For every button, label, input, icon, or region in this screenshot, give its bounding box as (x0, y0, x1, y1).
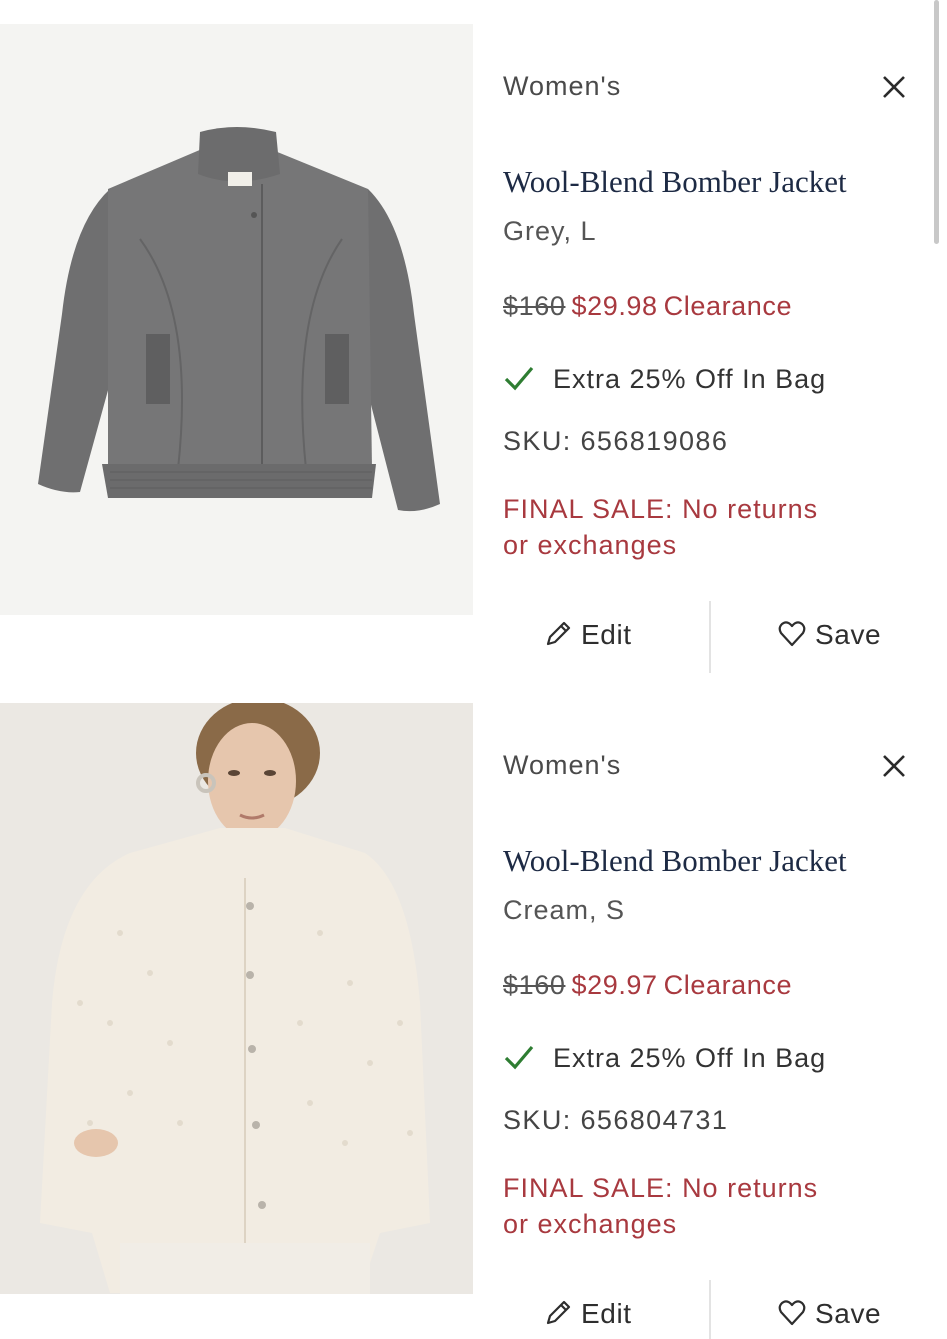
save-label: Save (815, 619, 882, 650)
product-title[interactable]: Wool-Blend Bomber Jacket (503, 843, 847, 879)
divider (709, 1280, 711, 1339)
original-price: $160 (503, 970, 566, 1000)
sku: SKU: 656819086 (503, 426, 729, 456)
product-variant: Grey, L (503, 216, 597, 246)
check-icon (504, 1045, 534, 1070)
cart-page: Women's Wool-Blend Bomber Jacket Grey, L… (0, 0, 947, 1339)
product-image[interactable] (0, 703, 473, 1294)
divider (709, 601, 711, 673)
save-button[interactable]: Save (777, 619, 881, 659)
original-price: $160 (503, 291, 566, 321)
heart-icon (778, 621, 806, 647)
check-icon (504, 366, 534, 391)
edit-button[interactable]: Edit (543, 619, 632, 659)
remove-item-button[interactable] (879, 751, 909, 781)
edit-button[interactable]: Edit (543, 1298, 632, 1338)
promo-row: Extra 25% Off In Bag (503, 1043, 826, 1074)
close-icon (883, 76, 905, 98)
product-category: Women's (503, 750, 622, 780)
product-variant: Cream, S (503, 895, 626, 925)
sale-price: $29.97 (571, 970, 658, 1000)
price-label: Clearance (663, 970, 793, 1000)
product-title[interactable]: Wool-Blend Bomber Jacket (503, 164, 847, 200)
edit-label: Edit (581, 1298, 632, 1329)
item-actions: Edit Save (473, 1280, 947, 1339)
close-icon (883, 755, 905, 777)
price-label: Clearance (663, 291, 793, 321)
item-actions: Edit Save (473, 601, 947, 673)
scrollbar[interactable] (934, 0, 939, 244)
heart-icon (778, 1300, 806, 1326)
promo-text: Extra 25% Off In Bag (553, 364, 827, 394)
promo-text: Extra 25% Off In Bag (553, 1043, 827, 1073)
final-sale-notice: FINAL SALE: No returns or exchanges (503, 1173, 819, 1239)
final-sale-notice: FINAL SALE: No returns or exchanges (503, 494, 819, 560)
product-image[interactable] (0, 24, 473, 615)
remove-item-button[interactable] (879, 72, 909, 102)
product-category: Women's (503, 71, 622, 101)
save-button[interactable]: Save (777, 1298, 881, 1338)
edit-label: Edit (581, 619, 632, 650)
sale-price: $29.98 (571, 291, 658, 321)
promo-row: Extra 25% Off In Bag (503, 364, 826, 395)
sku: SKU: 656804731 (503, 1105, 729, 1135)
save-label: Save (815, 1298, 882, 1329)
price-row: $160 $29.98 Clearance (503, 291, 792, 322)
pencil-icon (546, 1300, 571, 1325)
pencil-icon (546, 621, 571, 646)
price-row: $160 $29.97 Clearance (503, 970, 792, 1001)
